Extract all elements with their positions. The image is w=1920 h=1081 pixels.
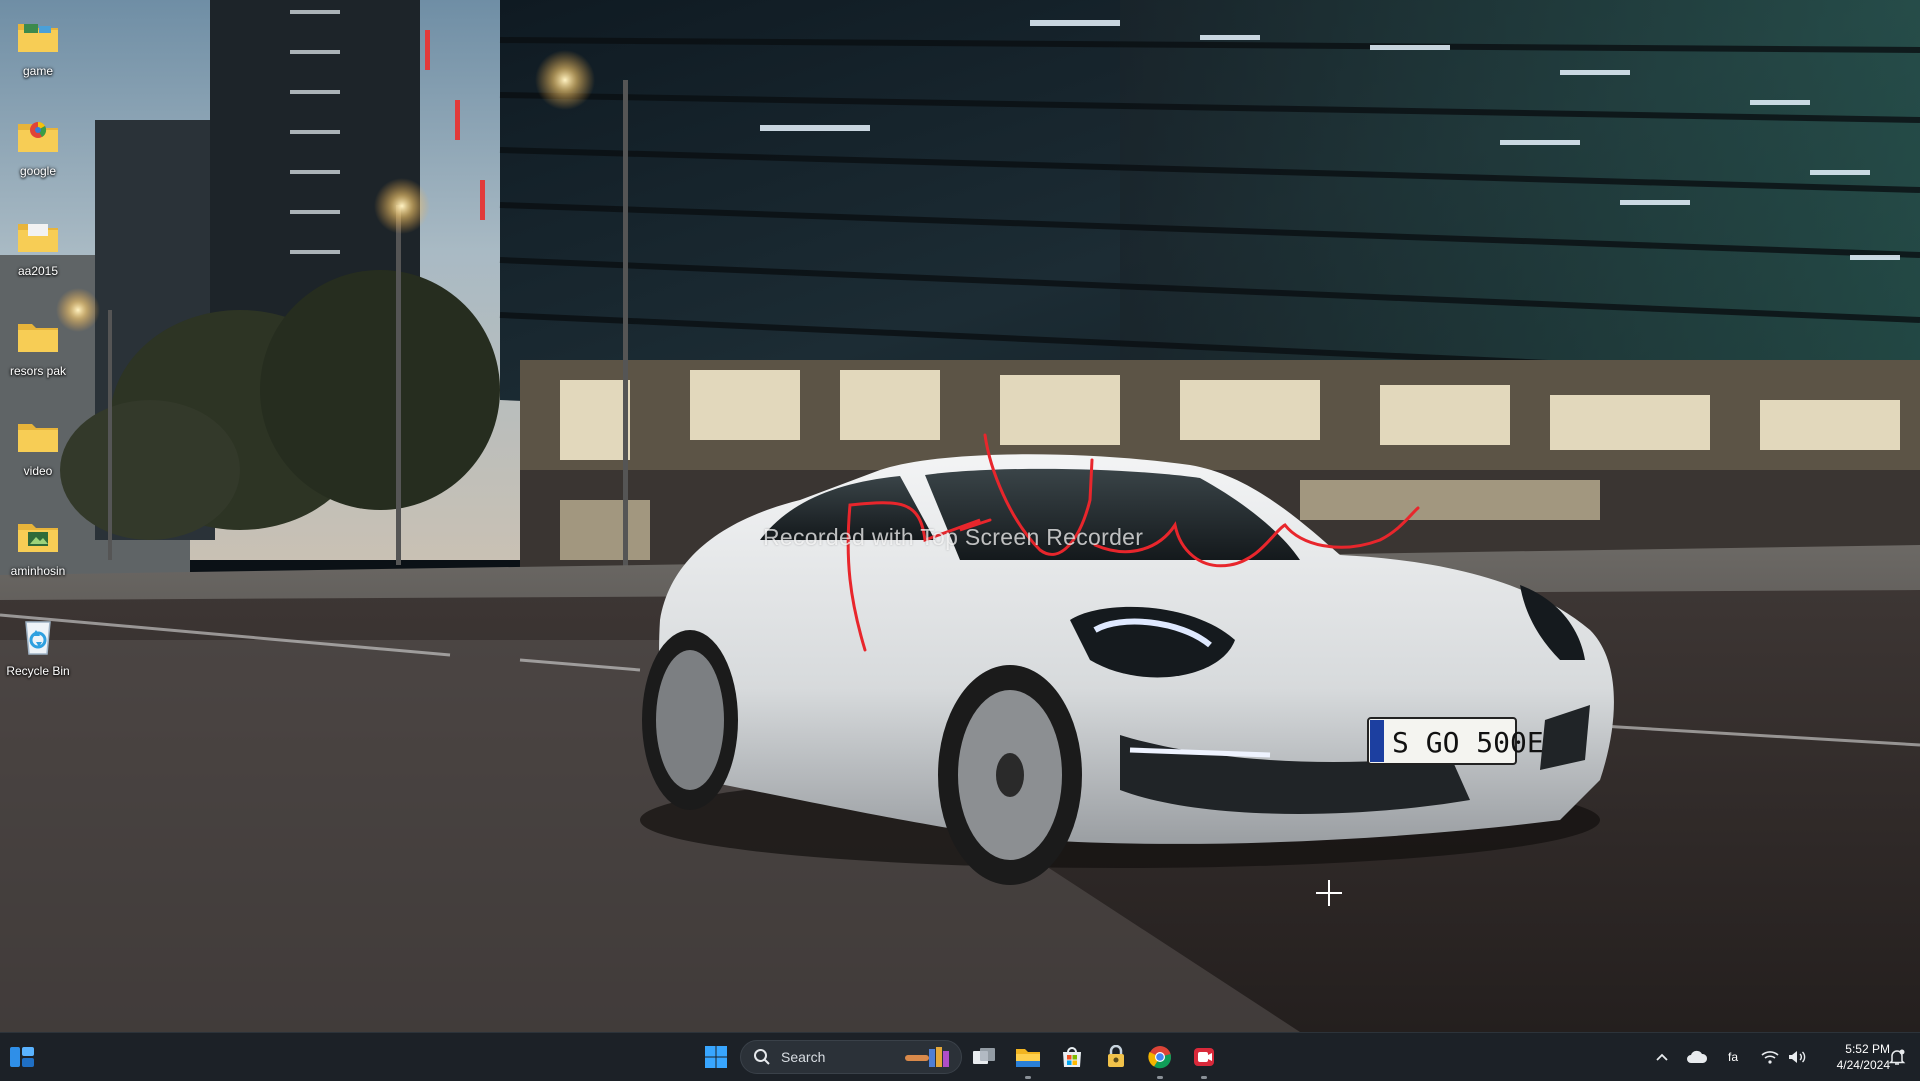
desktop-icon-label: Recycle Bin xyxy=(6,664,70,678)
desktop-icon-label: aminhosin xyxy=(10,564,66,578)
file-explorer-button[interactable] xyxy=(1010,1039,1046,1079)
desktop-icon-aminhosin[interactable]: aminhosin xyxy=(4,504,72,592)
running-indicator xyxy=(1201,1076,1207,1079)
taskbar-search-box[interactable]: Search xyxy=(740,1040,962,1074)
desktop-icon-game[interactable]: game xyxy=(4,4,72,92)
recycle-bin-icon xyxy=(14,612,62,660)
screen-recorder-icon xyxy=(1194,1048,1214,1066)
search-highlight-icon xyxy=(903,1045,953,1071)
desktop-icon-label: game xyxy=(22,64,54,78)
widgets-icon xyxy=(10,1047,34,1067)
start-button[interactable] xyxy=(698,1039,734,1075)
onedrive-button[interactable] xyxy=(1682,1039,1712,1075)
task-view-icon xyxy=(973,1048,995,1064)
desktop-icon-recycle-bin[interactable]: Recycle Bin xyxy=(4,604,72,692)
taskbar: Search fa 5:52 PM 4/24/2024 xyxy=(0,1032,1920,1081)
desktop-wallpaper: S GO 500E xyxy=(0,0,1920,1032)
folder-icon xyxy=(14,12,62,60)
folder-icon xyxy=(14,312,62,360)
desktop-icon-video[interactable]: video xyxy=(4,404,72,492)
volume-icon xyxy=(1789,1051,1806,1063)
crosshair-cursor-icon xyxy=(1316,880,1342,906)
screen-recorder-button[interactable] xyxy=(1186,1039,1222,1079)
desktop-icon-label: aa2015 xyxy=(17,264,59,278)
recorder-watermark: Recorded with Top Screen Recorder xyxy=(763,524,1144,550)
show-hidden-icons-button[interactable] xyxy=(1648,1039,1676,1075)
folder-icon xyxy=(14,212,62,260)
chrome-icon xyxy=(1148,1046,1172,1069)
widgets-button[interactable] xyxy=(4,1039,40,1075)
pinned-app-button[interactable] xyxy=(1098,1039,1134,1075)
microsoft-store-icon xyxy=(1063,1047,1081,1067)
notification-bell-icon xyxy=(1888,1049,1906,1065)
windows-start-icon xyxy=(705,1046,727,1068)
desktop-icon-resors-pak[interactable]: resors pak xyxy=(4,304,72,392)
wifi-icon xyxy=(1761,1051,1779,1064)
cloud-icon xyxy=(1687,1050,1708,1063)
desktop-icon-aa2015[interactable]: aa2015 xyxy=(4,204,72,292)
desktop-icon-label: resors pak xyxy=(9,364,67,378)
desktop-icon-google[interactable]: google xyxy=(4,104,72,192)
file-explorer-icon xyxy=(1016,1049,1040,1067)
notifications-button[interactable] xyxy=(1880,1039,1914,1075)
input-language-indicator: fa xyxy=(1727,1050,1738,1064)
chrome-button[interactable] xyxy=(1142,1039,1178,1079)
desktop-icon-label: video xyxy=(23,464,53,478)
folder-icon xyxy=(14,412,62,460)
search-placeholder: Search xyxy=(781,1049,826,1065)
chevron-up-icon xyxy=(1656,1053,1668,1061)
network-volume-button[interactable] xyxy=(1754,1039,1814,1075)
input-language-button[interactable]: fa xyxy=(1718,1039,1748,1075)
task-view-button[interactable] xyxy=(966,1039,1002,1075)
running-indicator xyxy=(1025,1076,1031,1079)
folder-icon xyxy=(14,112,62,160)
app-icon xyxy=(1108,1045,1124,1067)
search-icon xyxy=(753,1048,771,1066)
running-indicator xyxy=(1157,1076,1163,1079)
microsoft-store-button[interactable] xyxy=(1054,1039,1090,1075)
desktop-icon-label: google xyxy=(19,164,57,178)
folder-icon xyxy=(14,512,62,560)
license-plate: S GO 500E xyxy=(1392,726,1544,759)
